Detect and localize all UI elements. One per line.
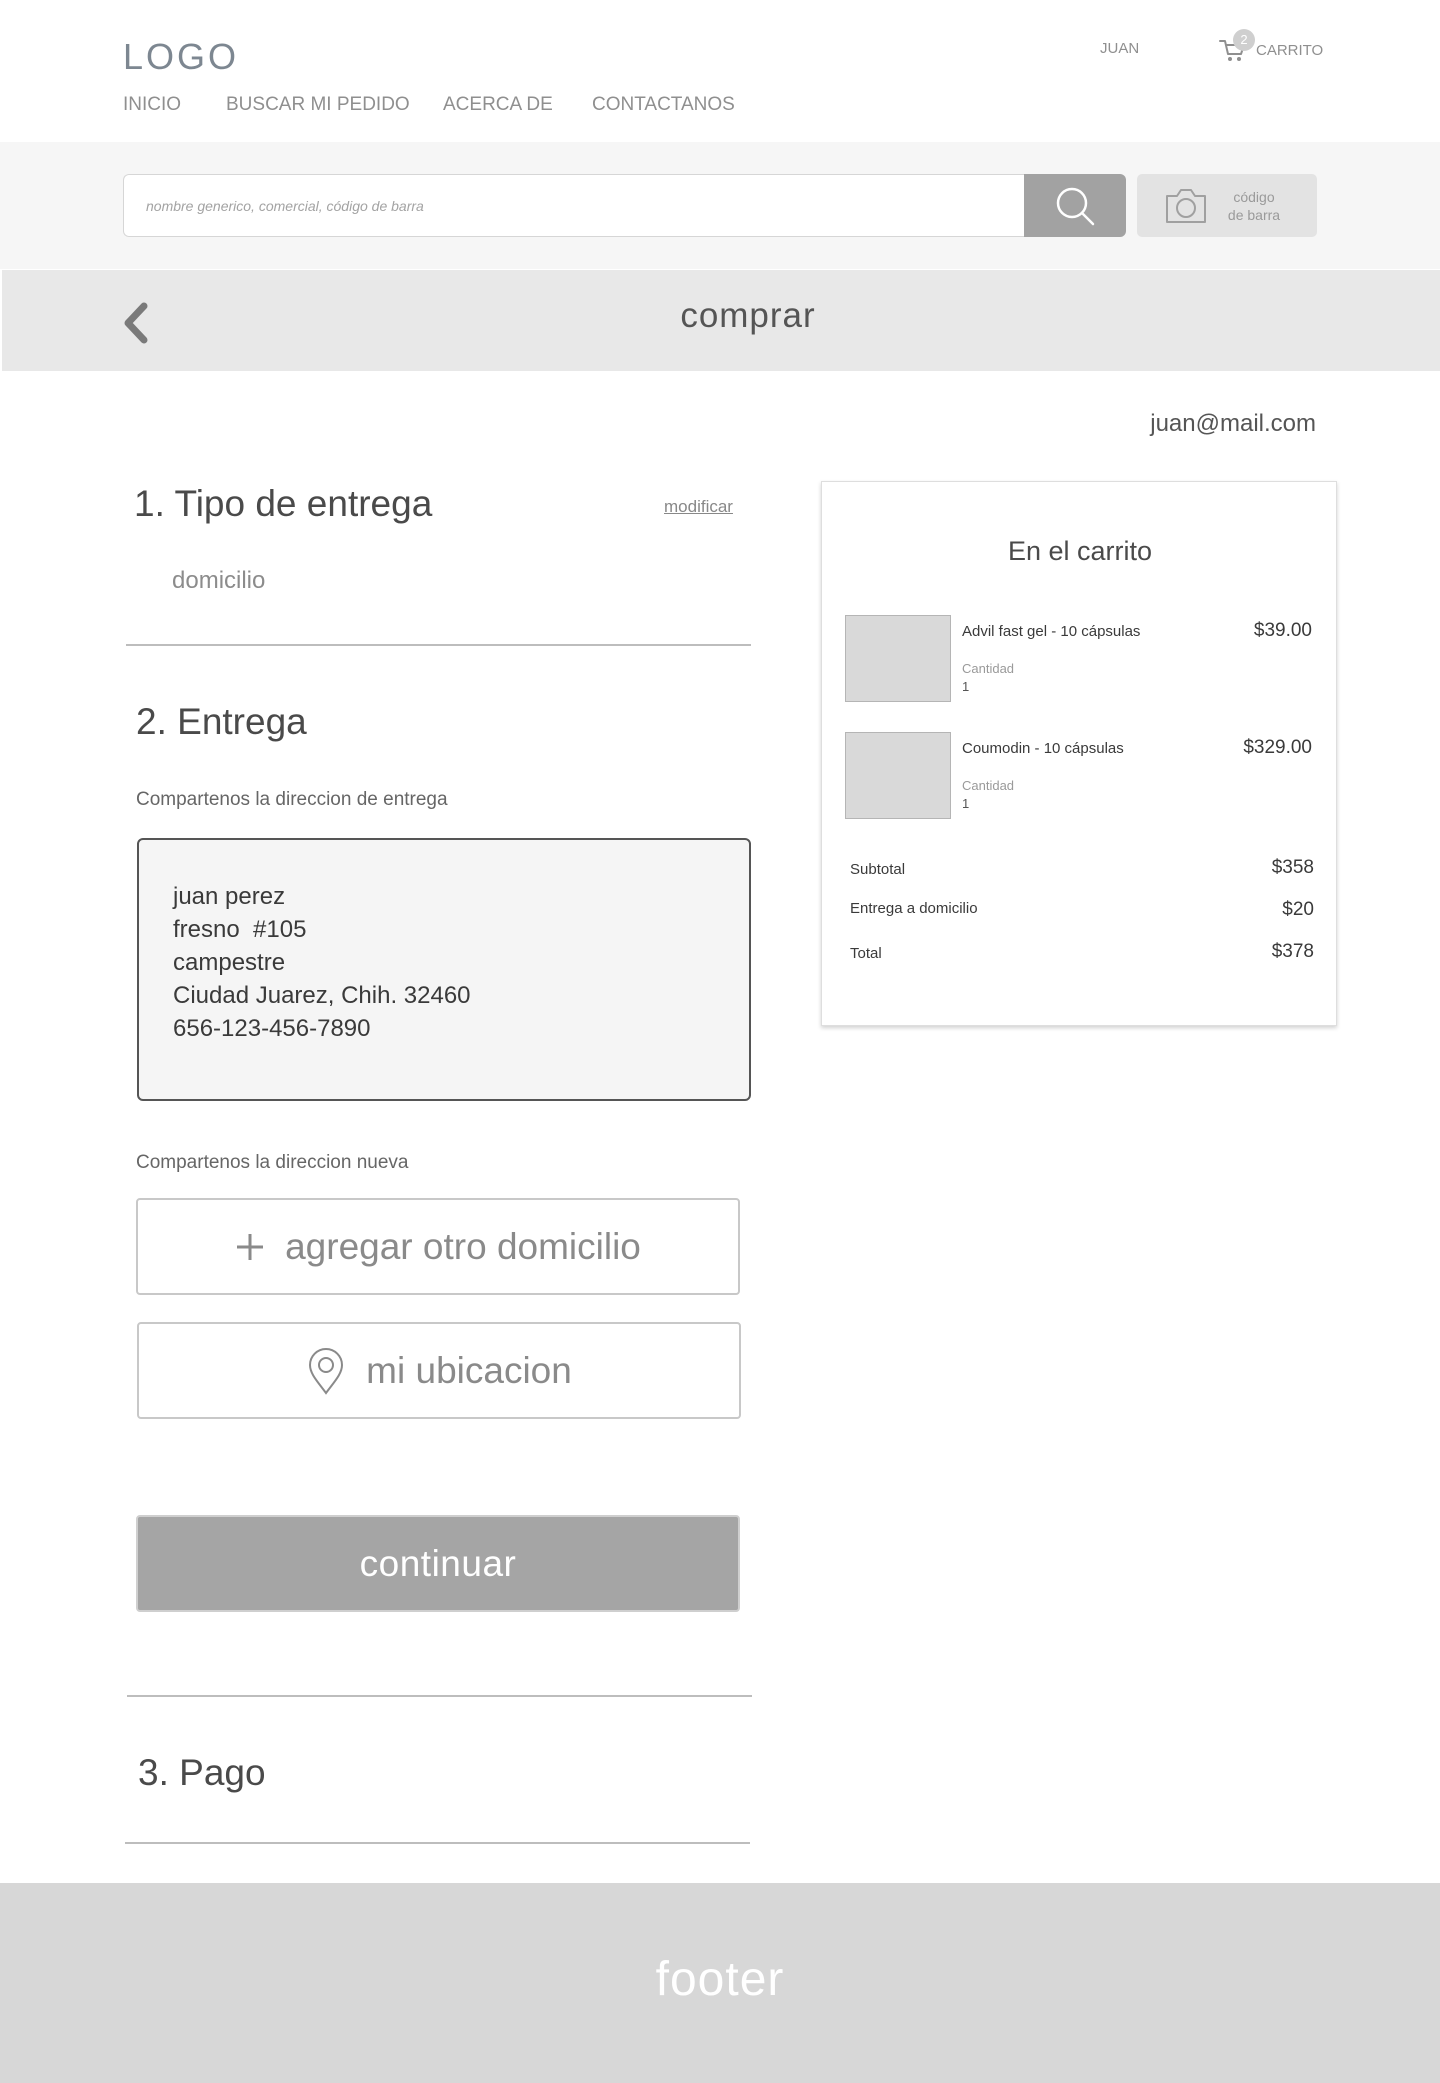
- search-icon: [1056, 187, 1095, 225]
- cart-link[interactable]: 2 CARRITO: [1218, 29, 1324, 68]
- product-name[interactable]: Coumodin - 10 cápsulas: [962, 740, 1124, 757]
- nav-item-inicio[interactable]: INICIO: [123, 94, 181, 116]
- page-title: comprar: [680, 296, 816, 335]
- product-qty: 1: [962, 679, 970, 694]
- product-qty-label: Cantidad: [962, 661, 1015, 676]
- product-name[interactable]: Advil fast gel - 10 cápsulas: [962, 623, 1140, 640]
- search-input[interactable]: [123, 174, 1025, 237]
- product-image[interactable]: [845, 615, 951, 702]
- footer-text: footer: [655, 1953, 785, 2006]
- nav-item-acerca-de[interactable]: ACERCA DE: [443, 94, 553, 116]
- add-address-label: agregar otro domicilio: [285, 1225, 641, 1267]
- address-neighborhood: campestre: [173, 949, 286, 976]
- user-menu[interactable]: JUAN: [1100, 40, 1139, 57]
- address-street: fresno #105: [173, 916, 307, 943]
- address-hint: Compartenos la direccion de entrega: [136, 789, 448, 810]
- step1-title: 1. Tipo de entrega: [134, 483, 433, 524]
- barcode-scan-button[interactable]: código de barra: [1137, 174, 1317, 237]
- total-label: Total: [850, 945, 882, 962]
- barcode-label: código de barra: [1227, 188, 1281, 223]
- cart-icon: 2: [1218, 29, 1255, 65]
- address-city: Ciudad Juarez, Chih. 32460: [173, 982, 471, 1009]
- delivery-fee-value: $20: [1282, 899, 1314, 920]
- continue-label: continuar: [359, 1542, 517, 1584]
- camera-icon: [1166, 188, 1206, 223]
- product-qty-label: Cantidad: [962, 778, 1015, 793]
- step3-title[interactable]: 3. Pago: [138, 1752, 266, 1794]
- step2-title: 2. Entrega: [136, 701, 307, 742]
- user-email: juan@mail.com: [1150, 410, 1316, 437]
- saved-address-card[interactable]: juan perez fresno #105 campestre Ciudad …: [137, 838, 751, 1101]
- new-address-hint: Compartenos la direccion nueva: [136, 1152, 409, 1173]
- product-qty: 1: [962, 796, 970, 811]
- product-image[interactable]: [845, 732, 951, 819]
- divider: [127, 1695, 752, 1697]
- total-value: $378: [1271, 941, 1314, 962]
- location-pin-icon: [309, 1347, 344, 1395]
- my-location-label: mi ubicacion: [366, 1349, 572, 1391]
- product-price: $39.00: [1253, 620, 1312, 641]
- delivery-type-value: domicilio: [172, 567, 266, 594]
- address-name: juan perez: [173, 883, 286, 910]
- cart-count-badge: 2: [1233, 29, 1255, 51]
- nav-item-buscar-mi-pedido[interactable]: BUSCAR MI PEDIDO: [226, 94, 410, 116]
- nav-item-contactanos[interactable]: CONTACTANOS: [592, 94, 735, 116]
- plus-icon: [237, 1233, 264, 1260]
- cart-summary-card: En el carrito Advil fast gel - 10 cápsul…: [821, 481, 1337, 1026]
- logo[interactable]: LOGO: [123, 36, 239, 78]
- product-price: $329.00: [1243, 737, 1312, 758]
- continue-button[interactable]: continuar: [136, 1515, 740, 1612]
- cart-label: CARRITO: [1256, 41, 1324, 59]
- cart-summary-title: En el carrito: [1007, 536, 1153, 566]
- divider: [125, 1842, 750, 1844]
- address-phone: 656-123-456-7890: [173, 1015, 371, 1042]
- my-location-button[interactable]: mi ubicacion: [137, 1322, 741, 1419]
- add-address-button[interactable]: agregar otro domicilio: [136, 1198, 740, 1295]
- subtotal-value: $358: [1271, 857, 1314, 878]
- subtotal-label: Subtotal: [850, 861, 906, 878]
- divider: [126, 644, 751, 646]
- modify-delivery-type-link[interactable]: modificar: [664, 497, 733, 517]
- search-button[interactable]: [1024, 174, 1126, 237]
- delivery-fee-label: Entrega a domicilio: [850, 900, 978, 917]
